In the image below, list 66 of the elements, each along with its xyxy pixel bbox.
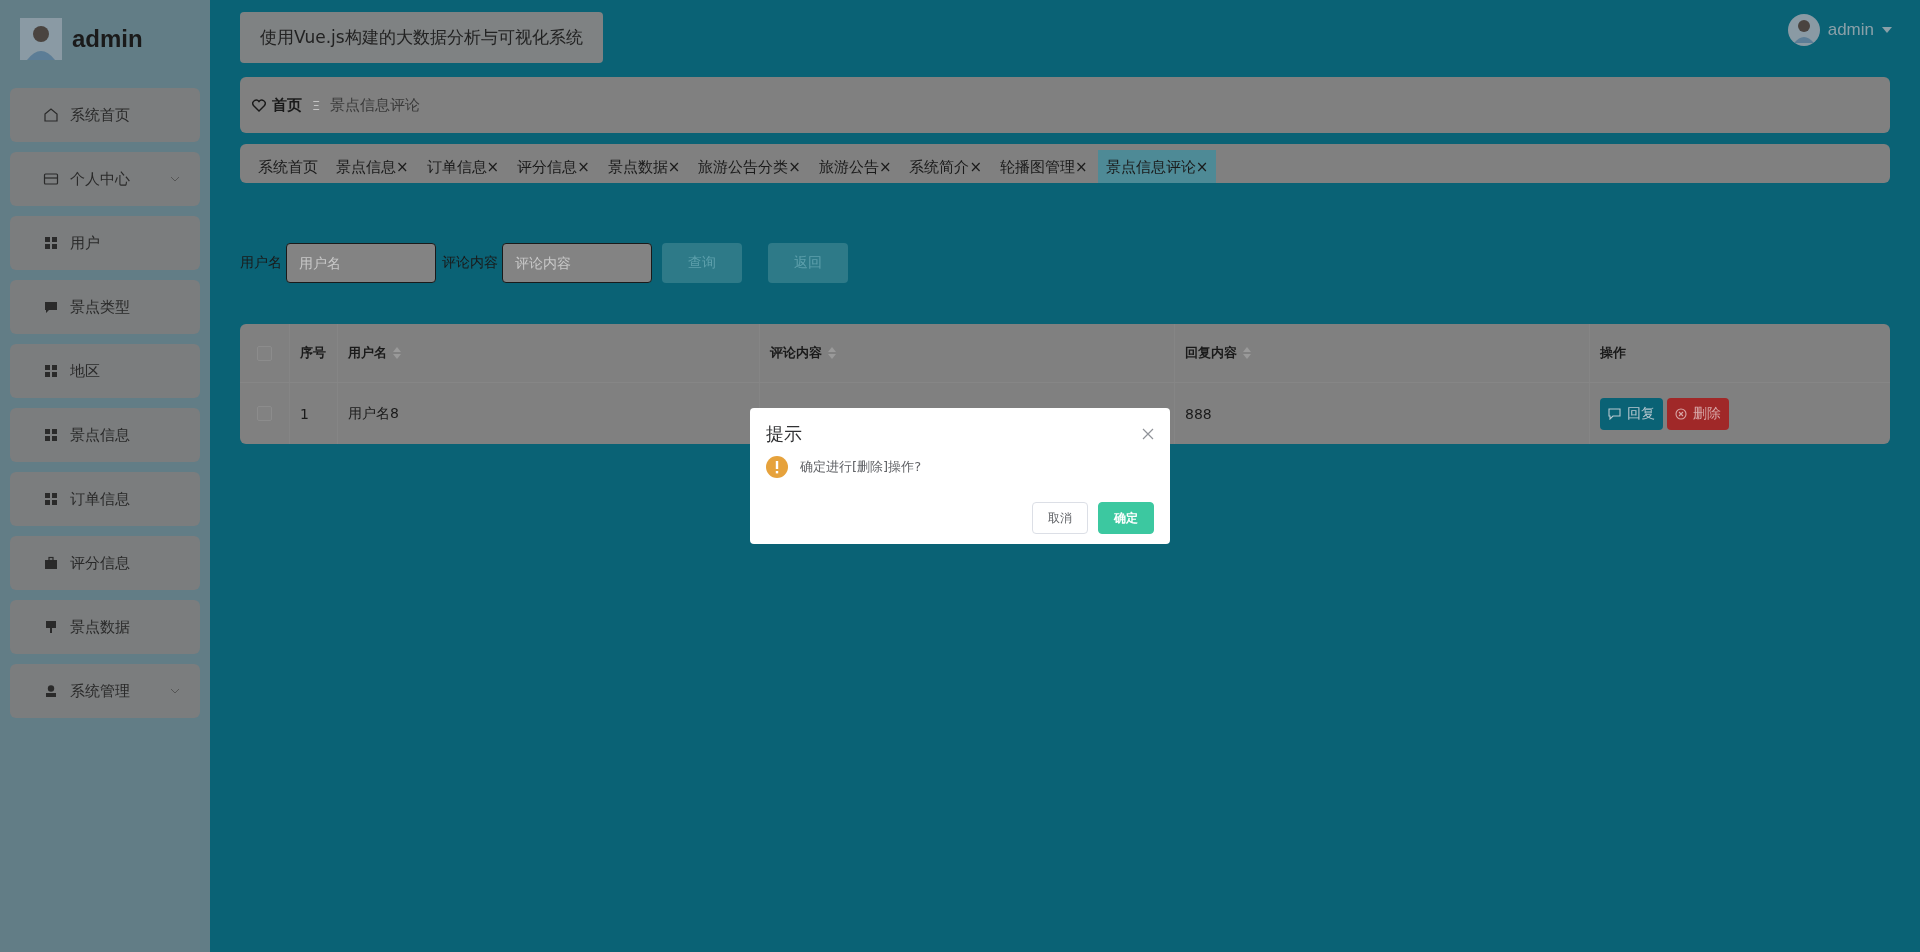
home-icon xyxy=(43,107,59,123)
breadcrumb-current: 景点信息评论 xyxy=(330,95,421,115)
heart-icon xyxy=(252,98,266,112)
tag[interactable]: 旅游公告分类× xyxy=(690,150,809,183)
table-cell: 888 xyxy=(1185,405,1212,422)
breadcrumb-link[interactable]: 首页 xyxy=(272,95,302,115)
input-field[interactable]: 评论内容 xyxy=(502,243,652,283)
briefcase-icon xyxy=(44,556,58,570)
grid-icon xyxy=(44,236,58,250)
tag[interactable]: 系统简介× xyxy=(901,150,991,183)
sidebar-item[interactable]: 个人中心 xyxy=(10,152,200,206)
dialog-title: 提示 xyxy=(766,422,802,446)
close-icon[interactable] xyxy=(1142,428,1154,440)
dialog-message: 确定进行[删除]操作? xyxy=(800,458,922,476)
sidebar-item[interactable]: 地区 xyxy=(10,344,200,398)
column-header[interactable]: 用户名 xyxy=(348,344,401,362)
field-label: 评论内容 xyxy=(442,254,498,272)
grid-icon xyxy=(44,364,58,378)
reply-button[interactable]: 回复 xyxy=(1600,397,1663,430)
caret-icon xyxy=(1882,27,1892,33)
tag[interactable]: 旅游公告× xyxy=(810,150,900,183)
field-label: 用户名 xyxy=(240,254,282,272)
column-header[interactable]: 操作 xyxy=(1600,344,1626,362)
cancel-button[interactable]: 取消 xyxy=(1032,502,1088,534)
sidebar-item[interactable]: 用户 xyxy=(10,216,200,270)
chevron-icon xyxy=(170,176,180,182)
sort-icon xyxy=(393,347,401,359)
tag[interactable]: 景点数据× xyxy=(599,150,689,183)
chat-icon xyxy=(44,300,58,314)
system-title: 使用Vue.js构建的大数据分析与可视化系统 xyxy=(240,12,603,63)
warning-icon xyxy=(766,456,788,478)
user-icon xyxy=(44,684,58,698)
card-icon xyxy=(43,171,59,187)
table-cell: 1 xyxy=(300,405,309,422)
tag[interactable]: 轮播图管理× xyxy=(992,150,1096,183)
column-header[interactable]: 回复内容 xyxy=(1185,344,1251,362)
table-cell: 用户名8 xyxy=(348,404,399,423)
grid-icon xyxy=(44,492,58,506)
sidebar-item[interactable]: 景点类型 xyxy=(10,280,200,334)
sidebar-item[interactable]: 系统首页 xyxy=(10,88,200,142)
column-header[interactable]: 评论内容 xyxy=(770,344,836,362)
tag[interactable]: 景点信息× xyxy=(328,150,417,183)
sidebar-item[interactable]: 评分信息 xyxy=(10,536,200,590)
avatar-icon xyxy=(20,18,62,60)
comment-icon xyxy=(1608,407,1621,420)
tag[interactable]: 系统首页 xyxy=(250,150,326,183)
tag[interactable]: 订单信息× xyxy=(418,150,508,183)
user-name: admin xyxy=(72,25,143,53)
sort-icon xyxy=(1243,347,1251,359)
sidebar-item[interactable]: 景点信息 xyxy=(10,408,200,462)
close-circle-icon xyxy=(1675,407,1687,420)
sort-icon xyxy=(828,347,836,359)
sidebar-item[interactable]: 系统管理 xyxy=(10,664,200,718)
tag[interactable]: 景点信息评论× xyxy=(1097,150,1217,183)
avatar-icon xyxy=(1787,14,1820,46)
sidebar-item[interactable]: 景点数据 xyxy=(10,600,200,654)
delete-button[interactable]: 删除 xyxy=(1667,397,1729,430)
user-menu[interactable]: admin xyxy=(1827,20,1874,40)
sidebar-item[interactable]: 订单信息 xyxy=(10,472,200,526)
sign-icon xyxy=(44,620,58,634)
grid-icon xyxy=(44,428,58,442)
input-field[interactable]: 用户名 xyxy=(286,243,436,283)
chevron-icon xyxy=(170,688,180,694)
breadcrumb-separator: Ξ xyxy=(312,97,321,113)
column-header[interactable]: 序号 xyxy=(300,344,326,362)
tag[interactable]: 评分信息× xyxy=(509,150,598,183)
